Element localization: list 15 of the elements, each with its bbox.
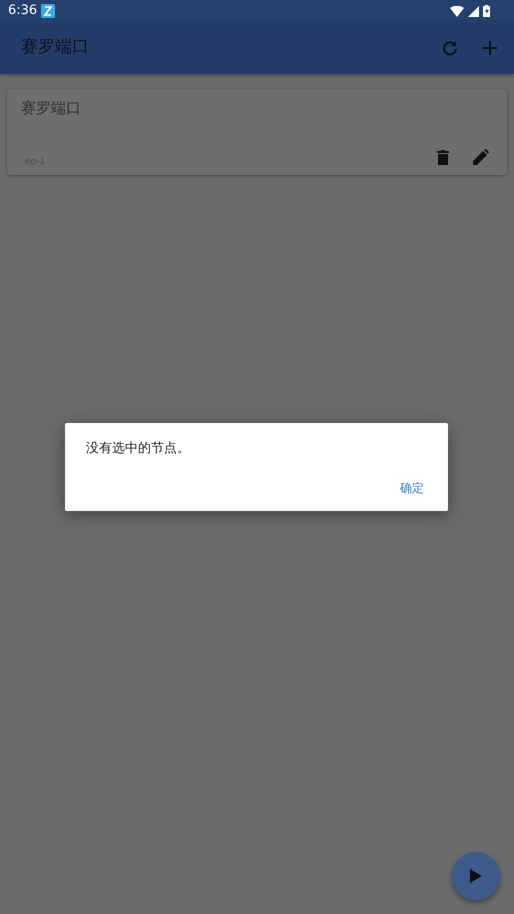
card-title: 赛罗端口 — [21, 98, 82, 119]
dialog-message: 没有选中的节点。 — [86, 440, 191, 458]
play-button[interactable] — [452, 852, 500, 900]
confirm-button[interactable]: 确定 — [396, 477, 428, 499]
trash-icon — [437, 149, 449, 165]
app-title: 赛罗端口 — [21, 36, 90, 60]
wifi-icon — [450, 6, 464, 16]
add-icon — [482, 40, 498, 56]
notification-icon — [41, 4, 56, 18]
pencil-icon — [473, 149, 489, 165]
refresh-icon — [442, 40, 458, 56]
status-time: 6:36 — [8, 2, 38, 20]
battery-icon — [483, 5, 490, 17]
signal-icon — [468, 6, 479, 16]
play-icon — [470, 869, 482, 883]
